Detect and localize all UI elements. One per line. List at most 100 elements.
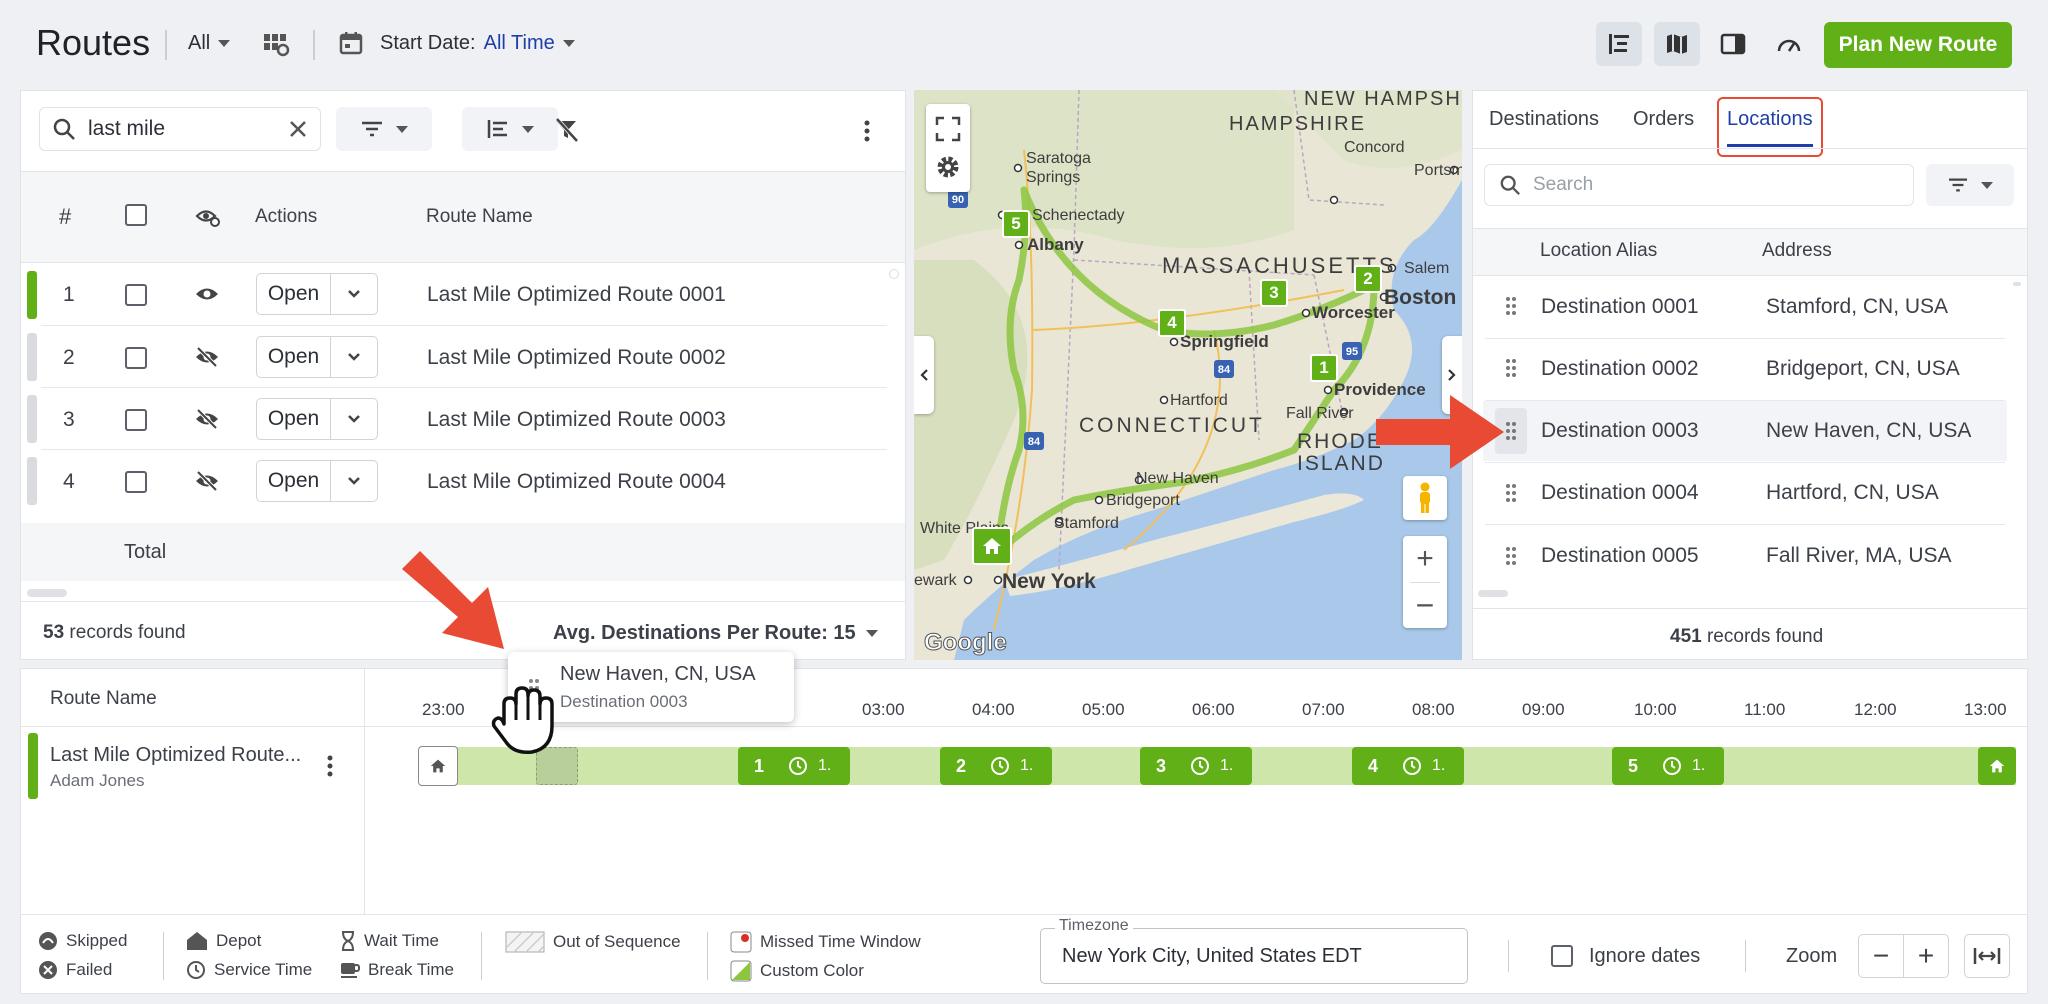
start-date-dropdown[interactable]: Start Date: All Time <box>338 30 575 56</box>
select-all-checkbox[interactable] <box>125 204 147 226</box>
map-label-concord: Concord <box>1344 139 1404 156</box>
map-pin-stop-1[interactable]: 1 <box>1310 354 1338 382</box>
ignore-dates-checkbox[interactable] <box>1551 945 1573 967</box>
timeline-stop-2[interactable]: 2 1. <box>940 747 1052 785</box>
route-name[interactable]: Last Mile Optimized Route 0002 <box>427 346 726 370</box>
timeline-zoom-out-button[interactable]: − <box>1858 934 1904 978</box>
gear-icon[interactable] <box>935 154 961 180</box>
hourglass-icon <box>342 931 354 951</box>
route-map[interactable]: NEW HAMPSHIRE HAMPSHIRE Concord Saratoga… <box>914 90 1462 660</box>
map-zoom-out-button[interactable]: − <box>1403 583 1447 628</box>
row-checkbox[interactable] <box>125 347 147 369</box>
horizontal-scrollbar[interactable] <box>1478 590 1508 597</box>
location-search-input[interactable]: Search <box>1533 174 1593 196</box>
map-pin-stop-4[interactable]: 4 <box>1158 309 1186 337</box>
tab-locations[interactable]: Locations <box>1727 108 1813 131</box>
home-icon <box>1989 759 2005 773</box>
vertical-scrollbar[interactable] <box>889 269 899 279</box>
fullscreen-icon[interactable] <box>935 116 961 142</box>
location-alias[interactable]: Destination 0003 <box>1541 419 1699 443</box>
group-dropdown[interactable] <box>462 107 558 151</box>
drag-handle-icon[interactable] <box>1505 296 1517 316</box>
speed-button[interactable] <box>1766 22 1812 66</box>
map-pin-stop-3[interactable]: 3 <box>1260 279 1288 307</box>
open-route-button[interactable]: Open <box>256 398 378 440</box>
avg-destinations-dropdown[interactable]: Avg. Destinations Per Route: 15 <box>553 622 878 645</box>
timeline-stop-5[interactable]: 5 1. <box>1612 747 1724 785</box>
route-name[interactable]: Last Mile Optimized Route 0001 <box>427 283 726 307</box>
filter-all-dropdown[interactable]: All <box>188 32 231 55</box>
horizontal-scrollbar[interactable] <box>27 589 67 597</box>
eye-icon[interactable] <box>195 285 219 303</box>
route-search-input[interactable]: last mile <box>88 117 276 141</box>
depot-icon <box>187 932 207 950</box>
route-name[interactable]: Last Mile Optimized Route 0004 <box>427 470 726 494</box>
route-more-icon[interactable] <box>326 754 334 778</box>
map-view-button[interactable] <box>1654 22 1700 66</box>
vertical-scrollbar[interactable] <box>2013 282 2021 286</box>
drag-handle-icon[interactable] <box>1505 421 1517 441</box>
location-alias[interactable]: Destination 0005 <box>1541 544 1699 568</box>
eye-off-icon[interactable] <box>195 471 219 491</box>
map-icon <box>1667 34 1687 54</box>
records-found: 53 records found <box>43 622 186 644</box>
map-pin-depot[interactable] <box>972 527 1012 565</box>
open-dropdown[interactable] <box>331 274 377 314</box>
timeline-stop-1[interactable]: 1 1. <box>738 747 850 785</box>
plan-new-route-button[interactable]: Plan New Route <box>1824 22 2012 68</box>
open-dropdown[interactable] <box>331 337 377 377</box>
eye-off-icon[interactable] <box>195 347 219 367</box>
map-pin-stop-5[interactable]: 5 <box>1002 210 1030 238</box>
open-route-button[interactable]: Open <box>256 460 378 502</box>
open-route-button[interactable]: Open <box>256 273 378 315</box>
timeline-stop-4[interactable]: 4 1. <box>1352 747 1464 785</box>
open-dropdown[interactable] <box>331 399 377 439</box>
column-actions: Actions <box>255 206 318 227</box>
collapse-left-button[interactable] <box>914 336 934 414</box>
street-view-pegman[interactable] <box>1403 476 1447 520</box>
location-alias[interactable]: Destination 0002 <box>1541 357 1699 381</box>
side-panel-button[interactable] <box>1710 22 1756 66</box>
stop-trail: 1. <box>1692 757 1706 774</box>
stop-trail: 1. <box>818 757 832 774</box>
timeline-depot-end[interactable] <box>1978 747 2016 785</box>
tab-destinations[interactable]: Destinations <box>1489 108 1599 131</box>
open-dropdown[interactable] <box>331 461 377 501</box>
tab-orders[interactable]: Orders <box>1633 108 1694 131</box>
timeline-route-name[interactable]: Last Mile Optimized Route... <box>50 744 301 767</box>
map-label-newark: ewark <box>914 572 958 589</box>
timeline-stop-3[interactable]: 3 1. <box>1140 747 1252 785</box>
drag-handle-icon[interactable] <box>1505 358 1517 378</box>
drag-handle-icon[interactable] <box>1505 483 1517 503</box>
column-location-alias[interactable]: Location Alias <box>1540 240 1657 262</box>
open-route-button[interactable]: Open <box>256 336 378 378</box>
visibility-settings-icon[interactable] <box>195 207 221 227</box>
row-checkbox[interactable] <box>125 409 147 431</box>
layout-columns-button[interactable] <box>1596 22 1642 66</box>
eye-off-icon[interactable] <box>195 409 219 429</box>
column-route-name[interactable]: Route Name <box>426 206 533 228</box>
timezone-field[interactable]: Timezone New York City, United States ED… <box>1040 917 1468 984</box>
location-alias[interactable]: Destination 0001 <box>1541 295 1699 319</box>
map-pin-stop-2[interactable]: 2 <box>1354 265 1382 293</box>
row-checkbox[interactable] <box>125 284 147 306</box>
row-checkbox[interactable] <box>125 471 147 493</box>
tabs-divider <box>1473 148 2027 149</box>
filter-icon <box>1949 178 1967 192</box>
location-alias[interactable]: Destination 0004 <box>1541 481 1699 505</box>
location-filter-dropdown[interactable] <box>1926 164 2014 206</box>
fit-to-width-button[interactable] <box>1964 934 2010 978</box>
timeline-column-route-name: Route Name <box>50 688 157 709</box>
close-icon[interactable] <box>288 119 308 139</box>
clock-icon <box>1403 757 1421 775</box>
timeline-zoom-in-button[interactable]: + <box>1903 934 1949 978</box>
route-settings-button[interactable] <box>262 30 290 58</box>
drag-handle-icon[interactable] <box>1505 546 1517 566</box>
clear-filter-icon[interactable] <box>553 117 581 143</box>
more-options-icon[interactable] <box>863 119 871 143</box>
timeline-depot-start[interactable] <box>418 746 458 786</box>
filter-dropdown[interactable] <box>336 107 432 151</box>
route-name[interactable]: Last Mile Optimized Route 0003 <box>427 408 726 432</box>
column-address[interactable]: Address <box>1762 240 1832 262</box>
map-zoom-in-button[interactable]: + <box>1403 536 1447 582</box>
